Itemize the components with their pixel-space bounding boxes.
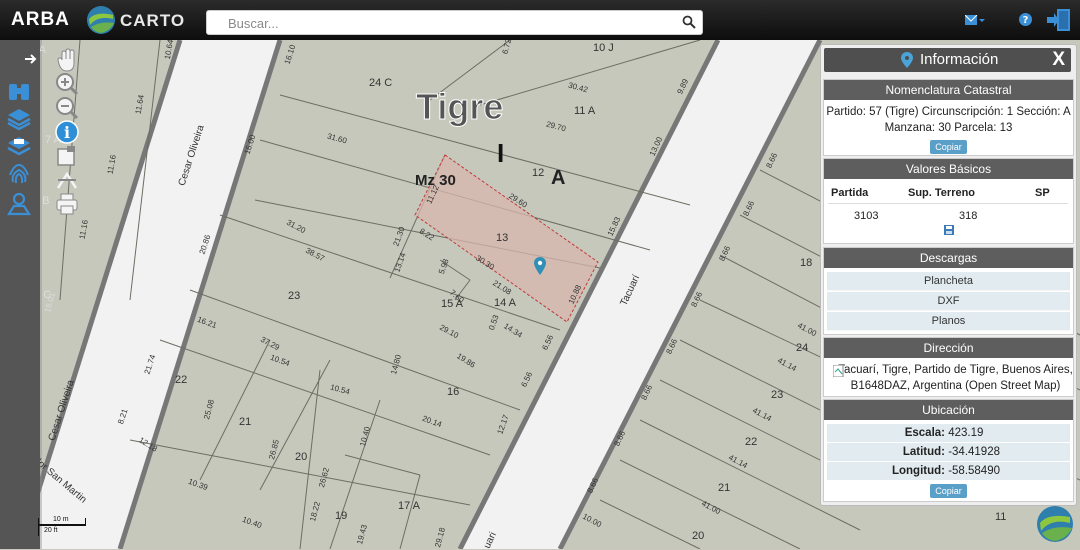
nomenclatura-header: Nomenclatura Catastral [824, 80, 1073, 100]
document-icon [833, 365, 844, 377]
direccion-header: Dirección [824, 338, 1073, 358]
descargas-header: Descargas [824, 248, 1073, 268]
mail-icon[interactable] [965, 15, 985, 26]
svg-text:i: i [64, 123, 70, 142]
latitud-row: Latitud: -34.41928 [827, 443, 1070, 461]
pan-hand-icon[interactable] [55, 48, 79, 72]
escala-label: Escala: [904, 427, 945, 439]
select-area-icon[interactable] [55, 144, 79, 168]
copy-ubicacion-button[interactable]: Copiar [930, 484, 967, 498]
download-plancheta[interactable]: Plancheta [827, 272, 1070, 291]
direccion-line2: B1648DAZ, Argentina (Open Street Map) [850, 380, 1061, 392]
carto-globe-icon [1037, 506, 1073, 542]
col-sup-terreno: Sup. Terreno [908, 187, 976, 199]
svg-text:?: ? [1023, 15, 1029, 26]
col-sp: SP [1035, 187, 1050, 199]
longitud-row: Longitud: -58.58490 [827, 462, 1070, 480]
escala-row: Escala: 423.19 [827, 424, 1070, 442]
longitud-label: Longitud: [891, 465, 945, 477]
carto-label: CARTO [120, 11, 186, 30]
layers-icon[interactable] [6, 106, 32, 132]
measure-icon[interactable] [55, 168, 79, 192]
escala-value: 423.19 [948, 427, 984, 439]
download-dxf[interactable]: DXF [827, 292, 1070, 311]
copy-nomenclatura-button[interactable]: Copiar [930, 140, 967, 154]
search-input[interactable] [226, 15, 670, 32]
info-panel: Información X Nomenclatura Catastral Par… [820, 44, 1077, 506]
map-marker-icon [901, 52, 913, 68]
latitud-label: Latitud: [902, 446, 945, 458]
expand-arrow-icon[interactable] [24, 52, 38, 66]
longitud-value: -58.58490 [948, 465, 1000, 477]
logout-icon[interactable] [1047, 9, 1071, 31]
save-icon[interactable] [944, 225, 954, 235]
nomenclatura-line1: Partido: 57 (Tigre) Circunscripción: 1 S… [826, 106, 1071, 118]
col-partida: Partida [831, 187, 869, 199]
fingerprint-icon[interactable] [6, 162, 32, 188]
search-icon[interactable] [682, 15, 696, 29]
sup-terreno-value: 318 [959, 210, 978, 222]
direccion-section: Dirección Tacuarí, Tigre, Partido de Tig… [823, 337, 1074, 397]
info-icon[interactable]: i [55, 120, 79, 144]
left-sidebar [0, 40, 40, 549]
binoculars-icon[interactable] [6, 78, 32, 104]
direccion-line1: Tacuarí, Tigre, Partido de Tigre, Buenos… [838, 364, 1073, 376]
info-panel-header: Información X [824, 48, 1071, 72]
user-location-icon[interactable] [6, 190, 32, 216]
scale-bar: 10 m 20 ft [38, 516, 88, 538]
partida-value: 3103 [854, 210, 879, 222]
latitud-value: -34.41928 [948, 446, 1000, 458]
print-icon[interactable] [55, 192, 79, 216]
ubicacion-section: Ubicación Escala: 423.19 Latitud: -34.41… [823, 399, 1074, 502]
scale-meters: 10 m [53, 516, 69, 523]
carto-globe-icon [87, 6, 115, 34]
descargas-section: Descargas Plancheta DXF Planos [823, 247, 1074, 335]
arba-logo[interactable]: ARBA [11, 9, 70, 31]
ubicacion-header: Ubicación [824, 400, 1073, 420]
zoom-in-icon[interactable] [55, 72, 79, 96]
valores-header: Valores Básicos [824, 159, 1073, 179]
search-box[interactable] [206, 10, 703, 35]
valores-section: Valores Básicos Partida Sup. Terreno SP … [823, 158, 1074, 244]
info-panel-title: Información [920, 51, 999, 68]
nomenclatura-section: Nomenclatura Catastral Partido: 57 (Tigr… [823, 79, 1074, 156]
top-bar: ARBA CARTO ? [0, 0, 1080, 40]
zoom-out-icon[interactable] [55, 96, 79, 120]
help-icon[interactable]: ? [1019, 13, 1032, 26]
scale-feet: 20 ft [44, 527, 58, 534]
layers-badge-icon[interactable] [6, 134, 32, 160]
nomenclatura-line2: Manzana: 30 Parcela: 13 [884, 122, 1013, 134]
close-button[interactable]: X [1052, 49, 1065, 71]
download-planos[interactable]: Planos [827, 312, 1070, 331]
